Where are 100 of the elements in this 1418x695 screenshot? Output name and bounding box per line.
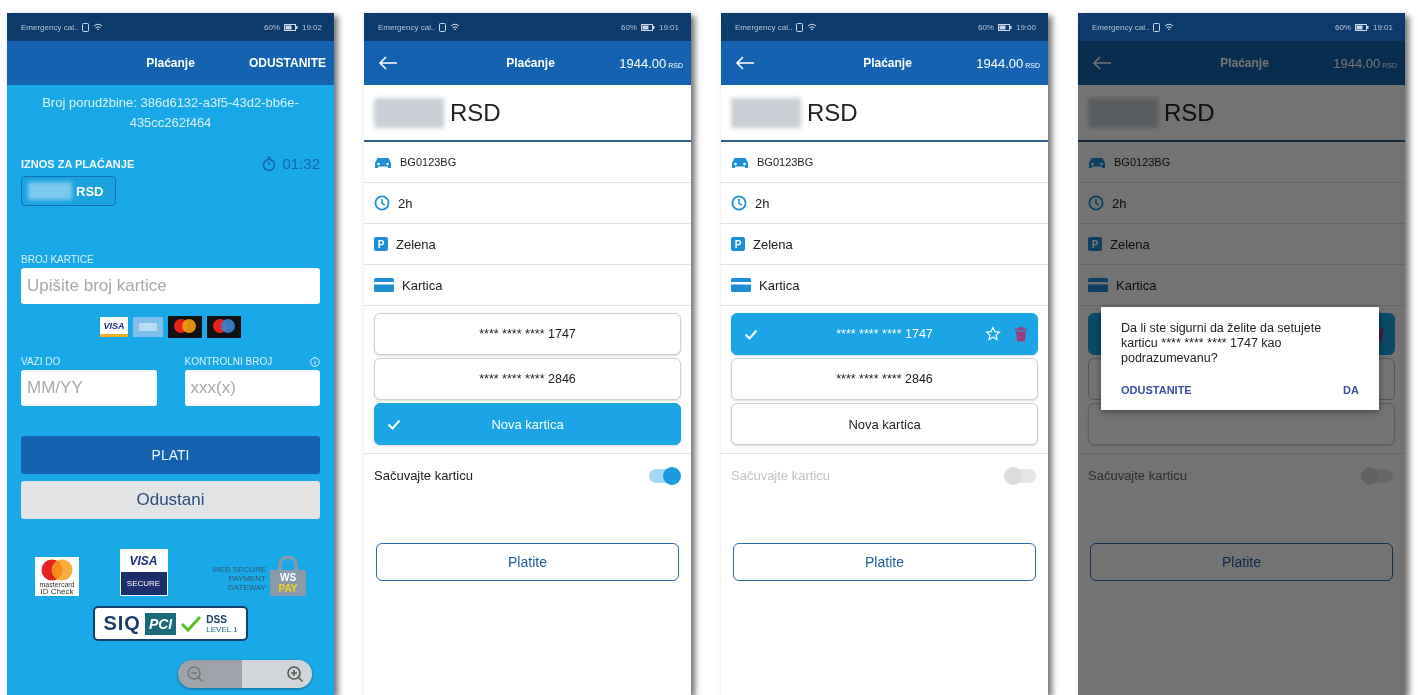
carrier-text: Emergency cal.. bbox=[735, 22, 793, 32]
overlapping-circles-icon bbox=[40, 559, 74, 581]
zoom-out-icon bbox=[186, 665, 204, 683]
save-card-label: Sačuvajte karticu bbox=[374, 468, 473, 483]
save-card-toggle[interactable] bbox=[649, 468, 679, 483]
card-number-field[interactable]: Upišite broj kartice bbox=[21, 268, 320, 304]
detail-text: BG0123BG bbox=[1114, 156, 1171, 168]
order-number-text: Broj porudžbine: 386d6132-a3f5-43d2-bb6e-435cc262f464 bbox=[41, 94, 300, 132]
detail-text: Zelena bbox=[753, 236, 793, 252]
back-arrow-icon bbox=[735, 56, 755, 70]
card-icon bbox=[731, 278, 751, 292]
stopwatch-icon bbox=[262, 155, 277, 172]
confirm-button[interactable]: DA bbox=[1343, 380, 1359, 400]
back-arrow-icon bbox=[378, 56, 398, 70]
battery-text: 60% bbox=[620, 22, 637, 32]
logo-text: WEB SECURE PAYMENT GATEWAY bbox=[211, 565, 266, 592]
zoom-in-icon bbox=[286, 665, 304, 683]
sim-icon bbox=[1153, 22, 1161, 32]
logo-text: SECURE bbox=[125, 578, 162, 590]
pay-button[interactable]: Platite bbox=[376, 543, 679, 581]
clock-time: 19:02 bbox=[301, 22, 322, 32]
currency-text: RSD bbox=[807, 98, 858, 127]
battery-icon bbox=[283, 23, 298, 31]
zoom-control[interactable] bbox=[178, 660, 312, 688]
card-icon bbox=[374, 278, 394, 292]
mastercard-logo-icon bbox=[167, 316, 202, 338]
blurred-amount bbox=[28, 182, 72, 200]
star-icon bbox=[985, 326, 1001, 342]
wifi-icon bbox=[93, 23, 104, 31]
battery-text: 60% bbox=[1334, 22, 1351, 32]
header-amount: 1944.00 bbox=[1333, 55, 1381, 71]
battery-text: 60% bbox=[263, 22, 280, 32]
logo-text: ID Check bbox=[40, 588, 74, 596]
detail-text: 2h bbox=[1112, 195, 1127, 211]
check-icon bbox=[744, 329, 758, 340]
card-option[interactable]: **** **** **** 2846 bbox=[374, 358, 681, 400]
wifi-icon bbox=[1164, 23, 1175, 31]
info-icon bbox=[310, 356, 320, 367]
screen-title: Plaćanje bbox=[1220, 56, 1269, 70]
back-arrow-icon bbox=[1092, 56, 1112, 70]
save-card-label: Sačuvajte karticu bbox=[731, 468, 830, 483]
card-option[interactable]: Nova kartica bbox=[731, 403, 1038, 445]
card-option[interactable]: **** **** **** 1747 bbox=[374, 313, 681, 355]
cancel-button[interactable]: ODUSTANITE bbox=[1121, 380, 1192, 400]
sim-icon bbox=[439, 22, 447, 32]
logo-text: WS bbox=[279, 572, 297, 583]
blurred-amount bbox=[1088, 97, 1158, 128]
car-icon bbox=[731, 155, 749, 169]
sim-icon bbox=[82, 22, 90, 32]
battery-icon bbox=[640, 23, 655, 31]
logo-text: PAY bbox=[278, 583, 298, 594]
detail-text: 2h bbox=[755, 195, 770, 211]
blurred-amount bbox=[374, 97, 444, 128]
expiry-field[interactable]: MM/YY bbox=[21, 370, 157, 406]
battery-icon bbox=[1354, 23, 1369, 31]
cvv-field[interactable]: xxx(x) bbox=[184, 370, 320, 406]
sim-icon bbox=[796, 22, 804, 32]
logo-text: DSS bbox=[206, 613, 228, 625]
clock-icon bbox=[731, 195, 747, 211]
detail-text: Kartica bbox=[759, 277, 800, 293]
countdown-timer: 01:32 bbox=[282, 155, 320, 172]
detail-text: Zelena bbox=[1110, 236, 1150, 252]
wifi-icon bbox=[450, 23, 461, 31]
amount-label: IZNOS ZA PLAĆANJE bbox=[21, 157, 135, 170]
currency-text: RSD bbox=[1164, 98, 1215, 127]
detail-text: Zelena bbox=[396, 236, 436, 252]
amex-logo-icon bbox=[132, 317, 163, 337]
parking-sign: P bbox=[731, 237, 745, 251]
clock-icon bbox=[1088, 195, 1104, 211]
wifi-icon bbox=[807, 23, 818, 31]
carrier-text: Emergency cal.. bbox=[378, 22, 436, 32]
clock-time: 19:01 bbox=[1372, 22, 1393, 32]
clock-time: 19:01 bbox=[658, 22, 679, 32]
checkmark-icon bbox=[180, 614, 203, 633]
cvv-label: KONTROLNI BROJ bbox=[184, 356, 273, 367]
card-number-label: BROJ KARTICE bbox=[21, 254, 95, 265]
logo-text: LEVEL 1 bbox=[206, 624, 238, 634]
cancel-button[interactable]: Odustani bbox=[21, 481, 320, 519]
screen-title: Plaćanje bbox=[146, 56, 195, 70]
detail-text: BG0123BG bbox=[757, 156, 814, 168]
header-amount: 1944.00 bbox=[619, 55, 667, 71]
logo-text: PCI bbox=[144, 612, 177, 635]
pay-button[interactable]: Platite bbox=[733, 543, 1036, 581]
pay-button[interactable]: PLATI bbox=[21, 436, 320, 474]
screen-title: Plaćanje bbox=[863, 56, 912, 70]
check-icon bbox=[387, 419, 401, 430]
card-option[interactable]: **** **** **** 2846 bbox=[731, 358, 1038, 400]
logo-text: SIQ bbox=[103, 612, 141, 635]
clock-icon bbox=[374, 195, 390, 211]
detail-text: BG0123BG bbox=[400, 156, 457, 168]
battery-icon bbox=[997, 23, 1012, 31]
car-icon bbox=[374, 155, 392, 169]
save-card-label: Sačuvajte karticu bbox=[1088, 468, 1187, 483]
carrier-text: Emergency cal.. bbox=[21, 22, 79, 32]
card-icon bbox=[1088, 278, 1108, 292]
header-amount: 1944.00 bbox=[976, 55, 1024, 71]
cancel-link[interactable]: ODUSTANITE bbox=[248, 56, 326, 70]
battery-text: 60% bbox=[977, 22, 994, 32]
maestro-logo-icon bbox=[206, 316, 241, 338]
screen-title: Plaćanje bbox=[506, 56, 555, 70]
